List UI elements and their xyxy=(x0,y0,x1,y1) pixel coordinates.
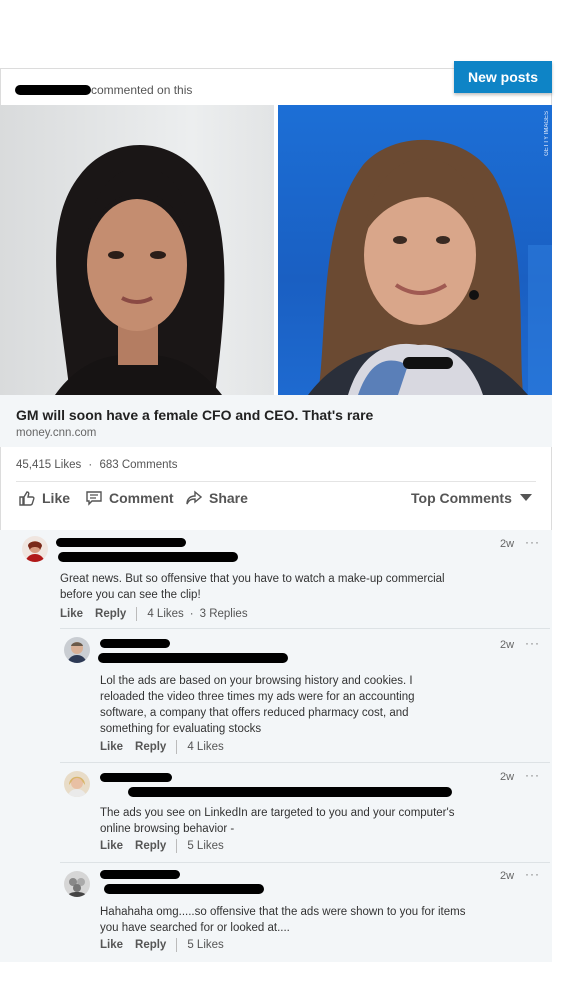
redacted-headline xyxy=(128,787,452,797)
comment-replies-count[interactable]: 3 Replies xyxy=(200,608,248,620)
thumbs-up-icon xyxy=(19,491,35,506)
comment-button[interactable]: Comment xyxy=(86,490,174,506)
comment-menu-icon[interactable]: ··· xyxy=(525,636,540,650)
comment-time: 2w xyxy=(500,771,515,783)
article-source: money.cnn.com xyxy=(16,427,97,439)
article-title[interactable]: GM will soon have a female CFO and CEO. … xyxy=(16,407,373,423)
article-link[interactable]: GM will soon have a female CFO and CEO. … xyxy=(0,395,552,447)
comment-likes-count[interactable]: 4 Likes xyxy=(147,608,183,620)
avatar[interactable] xyxy=(22,536,48,562)
separator xyxy=(176,938,178,952)
avatar[interactable] xyxy=(64,637,90,663)
reply-item: 2w ··· Hahahaha omg.....so offensive tha… xyxy=(60,862,550,963)
comment-reply-button[interactable]: Reply xyxy=(95,608,126,620)
comment-like-button[interactable]: Like xyxy=(100,939,123,951)
comment-menu-icon[interactable]: ··· xyxy=(525,768,540,782)
separator xyxy=(176,839,178,853)
comment-like-button[interactable]: Like xyxy=(60,608,83,620)
comment-actions: Like Reply 5 Likes xyxy=(100,938,224,952)
comment-likes-count[interactable]: 5 Likes xyxy=(187,939,223,951)
action-bar: Like Comment Share Top Comments xyxy=(0,490,552,516)
divider xyxy=(16,481,536,482)
new-posts-button[interactable]: New posts xyxy=(454,61,552,93)
separator xyxy=(176,740,178,754)
comment-time: 2w xyxy=(500,870,515,882)
redacted-name xyxy=(56,538,186,547)
sort-label: Top Comments xyxy=(411,490,512,506)
reply-item: 2w ··· Lol the ads are based on your bro… xyxy=(60,628,550,759)
comment-actions: Like Reply 5 Likes xyxy=(100,839,224,853)
redacted-name xyxy=(100,773,172,782)
dot-separator: · xyxy=(189,608,194,620)
share-icon xyxy=(186,490,202,505)
avatar[interactable] xyxy=(64,871,90,897)
sort-dropdown[interactable]: Top Comments xyxy=(411,490,532,506)
comment-actions: Like Reply 4 Likes xyxy=(100,740,224,754)
comment-likes-count[interactable]: 5 Likes xyxy=(187,840,223,852)
comment-reply-button[interactable]: Reply xyxy=(135,939,166,951)
article-image[interactable]: GETTY IMAGES xyxy=(0,105,552,395)
comment-text: The ads you see on LinkedIn are targeted… xyxy=(100,807,455,835)
redacted-name xyxy=(100,870,180,879)
comments-section: 2w ··· Great news. But so offensive that… xyxy=(0,530,552,962)
redacted-name xyxy=(15,85,91,95)
photo-credit: GETTY IMAGES xyxy=(544,111,550,156)
like-label: Like xyxy=(42,490,71,506)
comment-label: Comment xyxy=(109,490,174,506)
redacted-headline xyxy=(104,884,264,894)
comment-item: 2w ··· Great news. But so offensive that… xyxy=(0,530,552,630)
redacted-headline xyxy=(58,552,238,562)
comment-likes-count[interactable]: 4 Likes xyxy=(187,741,223,753)
avatar[interactable] xyxy=(64,771,90,797)
comment-like-button[interactable]: Like xyxy=(100,741,123,753)
comment-icon xyxy=(86,491,102,506)
comment-menu-icon[interactable]: ··· xyxy=(525,867,540,881)
comment-like-button[interactable]: Like xyxy=(100,840,123,852)
redacted-headline xyxy=(98,653,288,663)
comment-menu-icon[interactable]: ··· xyxy=(525,535,540,549)
likes-count[interactable]: 45,415 Likes xyxy=(16,459,81,471)
share-button[interactable]: Share xyxy=(186,490,248,506)
photo-woman-right: GETTY IMAGES xyxy=(278,105,552,395)
comment-text: Lol the ads are based on your browsing h… xyxy=(100,675,415,735)
separator xyxy=(136,607,138,621)
stats-separator: · xyxy=(88,459,93,471)
comment-reply-button[interactable]: Reply xyxy=(135,840,166,852)
comment-time: 2w xyxy=(500,639,515,651)
caret-down-icon xyxy=(519,494,532,501)
share-label: Share xyxy=(209,490,248,506)
comment-text: Hahahaha omg.....so offensive that the a… xyxy=(100,906,466,934)
photo-woman-left xyxy=(0,105,274,395)
redacted-name xyxy=(100,639,170,648)
comments-count[interactable]: 683 Comments xyxy=(99,459,177,471)
reply-item: 2w ··· The ads you see on LinkedIn are t… xyxy=(60,762,550,861)
comment-actions: Like Reply 4 Likes · 3 Replies xyxy=(60,607,248,621)
comment-time: 2w xyxy=(500,538,515,550)
like-button[interactable]: Like xyxy=(19,490,70,506)
comment-reply-button[interactable]: Reply xyxy=(135,741,166,753)
social-counts: 45,415 Likes · 683 Comments xyxy=(16,459,181,471)
comment-text: Great news. But so offensive that you ha… xyxy=(60,573,445,601)
activity-text: commented on this xyxy=(91,83,193,97)
